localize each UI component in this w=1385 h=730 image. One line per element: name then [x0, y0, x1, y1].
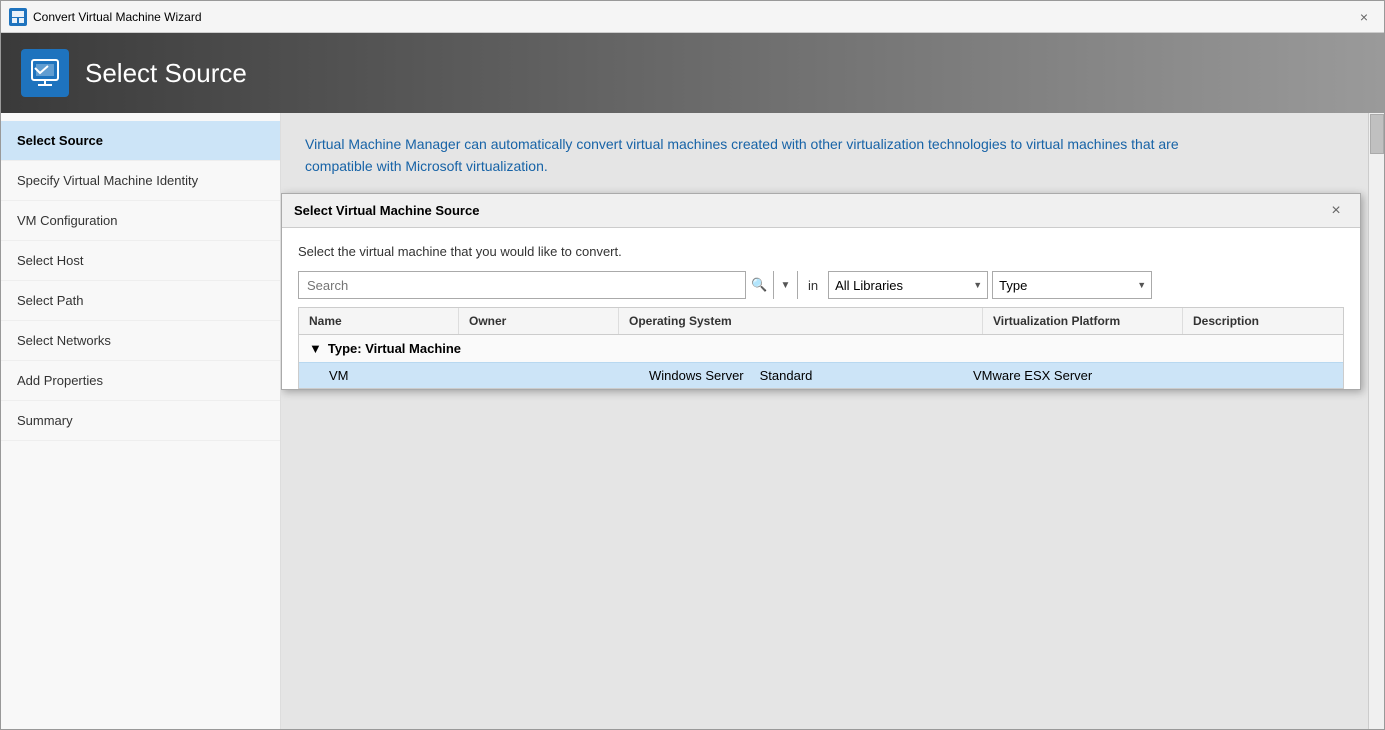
col-owner: Owner — [459, 308, 619, 334]
search-input[interactable] — [299, 272, 745, 298]
sidebar-item-select-host[interactable]: Select Host — [1, 241, 280, 281]
sidebar-item-specify-vm-identity[interactable]: Specify Virtual Machine Identity — [1, 161, 280, 201]
col-description: Description — [1183, 308, 1343, 334]
group-chevron-icon: ▼ — [309, 341, 322, 356]
content-area: Virtual Machine Manager can automaticall… — [281, 113, 1384, 729]
main-window: Convert Virtual Machine Wizard × Select … — [0, 0, 1385, 730]
search-icon: 🔍 — [751, 277, 767, 293]
modal-body: Select the virtual machine that you woul… — [282, 228, 1360, 389]
libraries-dropdown[interactable]: All Libraries Library 1 Library 2 — [828, 271, 988, 299]
sidebar: Select Source Specify Virtual Machine Id… — [1, 113, 281, 729]
page-title: Select Source — [85, 58, 247, 89]
type-dropdown[interactable]: Type Virtual Machine Template — [992, 271, 1152, 299]
title-bar: Convert Virtual Machine Wizard × — [1, 1, 1384, 33]
window-title: Convert Virtual Machine Wizard — [33, 10, 1352, 24]
libraries-dropdown-wrapper: All Libraries Library 1 Library 2 — [828, 271, 988, 299]
cell-os-edition: Standard — [760, 368, 813, 383]
table-header: Name Owner Operating System Virtualizati… — [299, 308, 1343, 335]
sidebar-item-add-properties[interactable]: Add Properties — [1, 361, 280, 401]
modal-title-bar: Select Virtual Machine Source × — [282, 194, 1360, 228]
sidebar-item-select-path[interactable]: Select Path — [1, 281, 280, 321]
window-close-button[interactable]: × — [1352, 5, 1376, 29]
modal-overlay: Select Virtual Machine Source × Select t… — [281, 113, 1384, 729]
sidebar-item-select-networks[interactable]: Select Networks — [1, 321, 280, 361]
cell-os-name: Windows Server — [649, 368, 744, 383]
group-row-vm[interactable]: ▼ Type: Virtual Machine — [299, 335, 1343, 362]
scrollbar-thumb[interactable] — [1370, 114, 1384, 154]
table-body: ▼ Type: Virtual Machine VM Windows Serve… — [299, 335, 1343, 388]
col-os: Operating System — [619, 308, 983, 334]
cell-name: VM — [329, 368, 489, 383]
cell-virt-platform: VMware ESX Server — [973, 368, 1173, 383]
sidebar-item-select-source[interactable]: Select Source — [1, 121, 280, 161]
modal-close-button[interactable]: × — [1324, 199, 1348, 223]
scrollbar-track — [1368, 113, 1384, 729]
type-dropdown-wrapper: Type Virtual Machine Template — [992, 271, 1152, 299]
in-label: in — [802, 278, 824, 293]
app-icon — [9, 8, 27, 26]
search-box-container: 🔍 ▼ — [298, 271, 798, 299]
chevron-down-icon: ▼ — [781, 280, 791, 291]
sidebar-item-vm-configuration[interactable]: VM Configuration — [1, 201, 280, 241]
modal-description: Select the virtual machine that you woul… — [298, 244, 1344, 259]
vm-table: Name Owner Operating System Virtualizati… — [298, 307, 1344, 389]
modal-toolbar: 🔍 ▼ in All Libraries Library 1 — [298, 271, 1344, 299]
search-button[interactable]: 🔍 — [745, 271, 773, 299]
col-virt-platform: Virtualization Platform — [983, 308, 1183, 334]
modal-select-vm-source: Select Virtual Machine Source × Select t… — [281, 193, 1361, 390]
search-dropdown-button[interactable]: ▼ — [773, 271, 797, 299]
group-label: Type: Virtual Machine — [328, 341, 461, 356]
table-row[interactable]: VM Windows Server Standard VMware ESX Se… — [299, 362, 1343, 388]
sidebar-item-summary[interactable]: Summary — [1, 401, 280, 441]
header-banner: Select Source — [1, 33, 1384, 113]
col-name: Name — [299, 308, 459, 334]
cell-os: Windows Server Standard — [649, 368, 973, 383]
main-area: Select Source Specify Virtual Machine Id… — [1, 113, 1384, 729]
header-icon — [21, 49, 69, 97]
modal-title: Select Virtual Machine Source — [294, 203, 1324, 218]
